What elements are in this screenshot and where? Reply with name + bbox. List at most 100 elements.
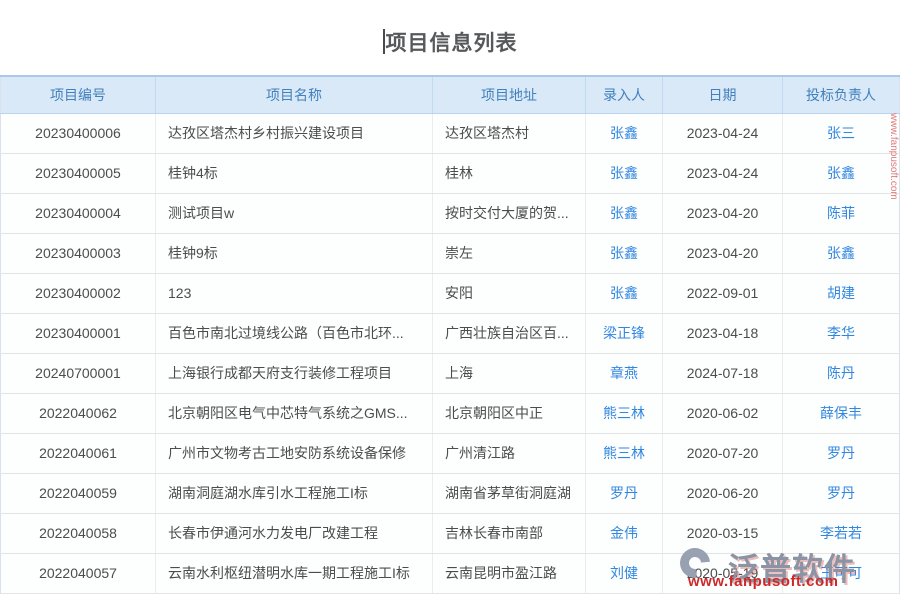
cell-code: 2022040061 (1, 433, 156, 473)
cell-address: 崇左 (433, 233, 586, 273)
bid_manager-link[interactable]: 张鑫 (827, 245, 855, 261)
cell-date: 2023-04-24 (663, 113, 783, 153)
cell-entry_by: 罗丹 (586, 473, 663, 513)
table-row: 20230400003桂钟9标崇左 张鑫 2023-04-20 张鑫 (1, 233, 900, 273)
entry_by-link[interactable]: 张鑫 (610, 285, 638, 301)
cell-entry_by: 梁正锋 (586, 313, 663, 353)
cell-bid_manager: 胡建 (783, 273, 900, 313)
cell-address: 吉林长春市南部 (433, 513, 586, 553)
cell-name: 测试项目w (156, 193, 433, 233)
cell-address: 桂林 (433, 153, 586, 193)
cell-bid_manager: 王可可 (783, 553, 900, 593)
cell-bid_manager: 张鑫 (783, 153, 900, 193)
cell-name: 桂钟9标 (156, 233, 433, 273)
cell-date: 2020-06-20 (663, 473, 783, 513)
cell-entry_by: 张鑫 (586, 233, 663, 273)
cell-code: 20230400001 (1, 313, 156, 353)
table-row: 20230400004测试项目w按时交付大厦的贺...张鑫2023-04-20陈… (1, 193, 900, 233)
cell-address: 北京朝阳区中正 (433, 393, 586, 433)
cell-name: 广州市文物考古工地安防系统设备保修 (156, 433, 433, 473)
column-header-date: 日期 (663, 76, 783, 113)
column-header-name: 项目名称 (156, 76, 433, 113)
cell-bid_manager: 李华 (783, 313, 900, 353)
entry_by-link[interactable]: 梁正锋 (603, 325, 645, 341)
cell-address: 上海 (433, 353, 586, 393)
cell-date: 2023-04-18 (663, 313, 783, 353)
cell-name: 长春市伊通河水力发电厂改建工程 (156, 513, 433, 553)
cell-bid_manager: 张鑫 (783, 233, 900, 273)
bid_manager-link[interactable]: 薛保丰 (820, 405, 862, 421)
cell-name: 上海银行成都天府支行装修工程项目 (156, 353, 433, 393)
cell-entry_by: 熊三林 (586, 393, 663, 433)
cell-code: 20230400005 (1, 153, 156, 193)
cell-code: 2022040059 (1, 473, 156, 513)
table-row: 2022040057云南水利枢纽潜明水库一期工程施工I标云南昆明市盈江路刘健20… (1, 553, 900, 593)
cell-date: 2024-07-18 (663, 353, 783, 393)
table-row: 2022040058长春市伊通河水力发电厂改建工程吉林长春市南部金伟2020-0… (1, 513, 900, 553)
table-row: 20230400001百色市南北过境线公路（百色市北环...广西壮族自治区百..… (1, 313, 900, 353)
cell-code: 20230400002 (1, 273, 156, 313)
column-header-code: 项目编号 (1, 76, 156, 113)
cell-date: 2023-04-20 (663, 233, 783, 273)
bid_manager-link[interactable]: 张三 (827, 125, 855, 141)
page-title: 项目信息列表 (386, 27, 518, 57)
entry_by-link[interactable]: 罗丹 (610, 485, 638, 501)
cell-entry_by: 张鑫 (586, 193, 663, 233)
cell-name: 云南水利枢纽潜明水库一期工程施工I标 (156, 553, 433, 593)
cell-date: 2022-09-01 (663, 273, 783, 313)
entry_by-link[interactable]: 熊三林 (603, 445, 645, 461)
cell-bid_manager: 李若若 (783, 513, 900, 553)
cell-code: 20240700001 (1, 353, 156, 393)
cell-address: 广西壮族自治区百... (433, 313, 586, 353)
column-header-bid_manager: 投标负责人 (783, 76, 900, 113)
table-header-row: 项目编号项目名称项目地址录入人日期投标负责人 (1, 76, 900, 113)
cell-entry_by: 章燕 (586, 353, 663, 393)
bid_manager-link[interactable]: 陈菲 (827, 205, 855, 221)
cell-bid_manager: 罗丹 (783, 473, 900, 513)
bid_manager-link[interactable]: 罗丹 (827, 485, 855, 501)
cell-date: 2020-03-15 (663, 513, 783, 553)
cell-code: 2022040057 (1, 553, 156, 593)
cell-date: 2020-05-19 (663, 553, 783, 593)
cell-code: 20230400004 (1, 193, 156, 233)
entry_by-link[interactable]: 熊三林 (603, 405, 645, 421)
cell-entry_by: 熊三林 (586, 433, 663, 473)
bid_manager-link[interactable]: 王可可 (820, 565, 862, 581)
entry_by-link[interactable]: 张鑫 (610, 245, 638, 261)
cell-name: 北京朝阳区电气中芯特气系统之GMS... (156, 393, 433, 433)
bid_manager-link[interactable]: 李若若 (820, 525, 862, 541)
table-row: 2022040059湖南洞庭湖水库引水工程施工I标湖南省茅草街洞庭湖 罗丹 2020… (1, 473, 900, 513)
bid_manager-link[interactable]: 李华 (827, 325, 855, 341)
entry_by-link[interactable]: 张鑫 (610, 205, 638, 221)
bid_manager-link[interactable]: 罗丹 (827, 445, 855, 461)
entry_by-link[interactable]: 金伟 (610, 525, 638, 541)
entry_by-link[interactable]: 刘健 (610, 565, 638, 581)
cell-date: 2023-04-20 (663, 193, 783, 233)
table-row: 2022040062北京朝阳区电气中芯特气系统之GMS...北京朝阳区中正 熊三林… (1, 393, 900, 433)
entry_by-link[interactable]: 张鑫 (610, 125, 638, 141)
cell-entry_by: 张鑫 (586, 113, 663, 153)
cell-bid_manager: 薛保丰 (783, 393, 900, 433)
entry_by-link[interactable]: 章燕 (610, 365, 638, 381)
cell-bid_manager: 张三 (783, 113, 900, 153)
entry_by-link[interactable]: 张鑫 (610, 165, 638, 181)
bid_manager-link[interactable]: 陈丹 (827, 365, 855, 381)
table-body: 20230400006达孜区塔杰村乡村振兴建设项目达孜区塔杰村张鑫2023-04… (1, 113, 900, 593)
bid_manager-link[interactable]: 张鑫 (827, 165, 855, 181)
project-info-table: 项目编号项目名称项目地址录入人日期投标负责人 20230400006 达孜区塔杰村… (0, 75, 900, 594)
bid_manager-link[interactable]: 胡建 (827, 285, 855, 301)
cell-date: 2020-07-20 (663, 433, 783, 473)
cell-name: 桂钟4标 (156, 153, 433, 193)
cell-code: 20230400006 (1, 113, 156, 153)
cell-address: 湖南省茅草街洞庭湖 (433, 473, 586, 513)
cell-code: 2022040062 (1, 393, 156, 433)
page-title-bar: 项目信息列表 (0, 0, 900, 75)
table-row: 2022040061广州市文物考古工地安防系统设备保修广州清江路 熊三林 2020-… (1, 433, 900, 473)
cell-code: 20230400003 (1, 233, 156, 273)
cell-name: 百色市南北过境线公路（百色市北环... (156, 313, 433, 353)
cell-name: 123 (156, 273, 433, 313)
cell-name: 湖南洞庭湖水库引水工程施工I标 (156, 473, 433, 513)
cell-address: 达孜区塔杰村 (433, 113, 586, 153)
cell-address: 广州清江路 (433, 433, 586, 473)
table-row: 20230400002123安阳张鑫2022-09-01胡建 (1, 273, 900, 313)
